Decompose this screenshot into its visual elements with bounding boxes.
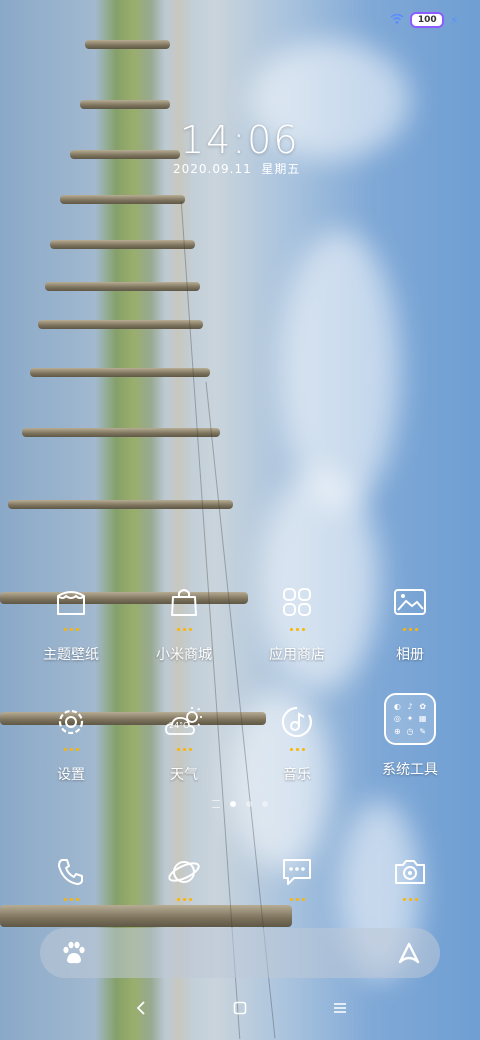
menu-icon[interactable] (333, 1000, 347, 1019)
wifi-icon (390, 13, 404, 27)
weather-icon: 24°C (162, 700, 206, 744)
app-mi-store[interactable]: 小米商城 (128, 580, 240, 664)
app-label: 天气 (170, 767, 198, 783)
bolt-icon: ⚡ (450, 13, 458, 27)
dock-phone[interactable] (15, 850, 127, 904)
page-indicator[interactable] (212, 800, 268, 808)
status-bar: 100 ⚡ (390, 12, 458, 28)
clock-time[interactable]: 14:06 (180, 118, 300, 162)
system-tools-folder-icon: ◐ ♪ ✿ ◎ ✦ ▦ ⊕ ◷ ✎ (384, 693, 436, 745)
page-list-icon (212, 800, 220, 808)
clock-date: 2020.09.11 星期五 (173, 160, 300, 177)
assistant-icon[interactable] (396, 940, 422, 970)
quick-search-bar[interactable] (40, 928, 440, 978)
paw-icon[interactable] (60, 940, 86, 970)
app-settings[interactable]: 设置 (15, 700, 127, 784)
browser-planet-icon (162, 850, 206, 894)
app-label: 应用商店 (269, 647, 325, 663)
camera-icon (388, 850, 432, 894)
weekday-text: 星期五 (261, 162, 301, 176)
app-label: 设置 (57, 767, 85, 783)
shopping-bag-icon (162, 580, 206, 624)
app-app-store[interactable]: 应用商店 (241, 580, 353, 664)
music-icon (275, 700, 319, 744)
battery-indicator: 100 (410, 12, 445, 28)
navigation-bar (0, 1000, 480, 1024)
app-music[interactable]: 音乐 (241, 700, 353, 784)
app-label: 相册 (396, 647, 424, 663)
page-dot (230, 801, 236, 807)
app-label: 小米商城 (156, 647, 212, 663)
app-weather[interactable]: 24°C 天气 (128, 700, 240, 784)
app-label: 音乐 (283, 767, 311, 783)
theme-icon (49, 580, 93, 624)
home-icon[interactable] (233, 1000, 247, 1019)
page-dot (246, 801, 252, 807)
app-store-icon (275, 580, 319, 624)
app-gallery[interactable]: 相册 (354, 580, 466, 664)
gallery-icon (388, 580, 432, 624)
app-label: 系统工具 (382, 762, 438, 778)
back-icon[interactable] (135, 1000, 147, 1020)
page-dot (262, 801, 268, 807)
weather-temperature: 24°C (169, 721, 189, 730)
app-label: 主题壁纸 (43, 647, 99, 663)
app-theme-wallpaper[interactable]: 主题壁纸 (15, 580, 127, 664)
messages-icon (275, 850, 319, 894)
settings-gear-icon (49, 700, 93, 744)
dock-browser[interactable] (128, 850, 240, 904)
folder-system-tools[interactable]: ◐ ♪ ✿ ◎ ✦ ▦ ⊕ ◷ ✎ 系统工具 (354, 693, 466, 779)
dock-camera[interactable] (354, 850, 466, 904)
dock-messages[interactable] (241, 850, 353, 904)
date-text: 2020.09.11 (173, 162, 252, 176)
phone-icon (49, 850, 93, 894)
